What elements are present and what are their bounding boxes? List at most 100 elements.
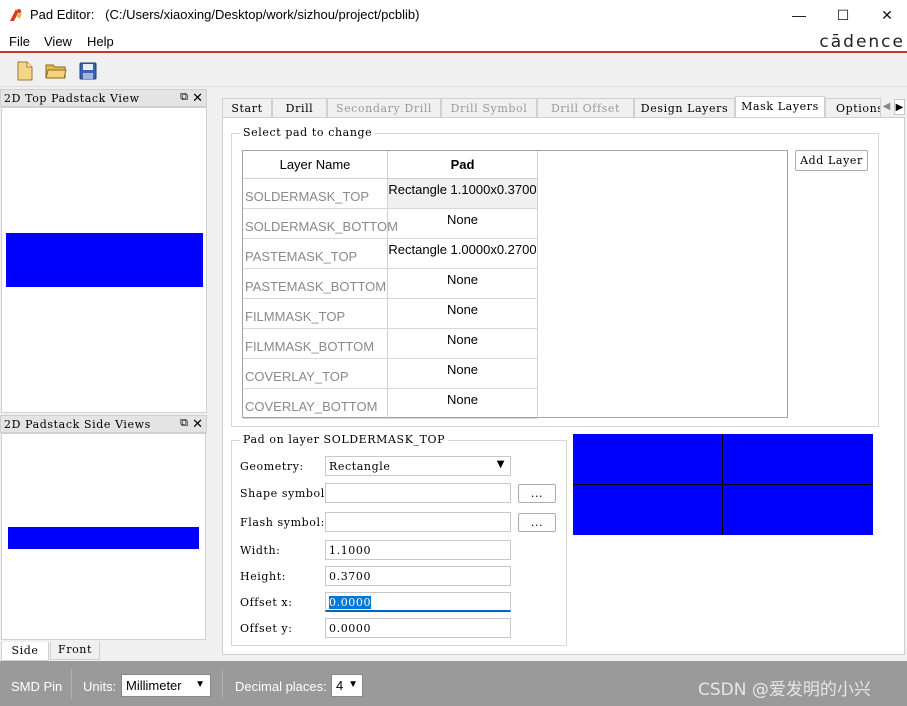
side-views-dock-header: 2D Padstack Side Views ⧉ ✕ — [0, 415, 207, 433]
layer-name-cell: SOLDERMASK_TOP — [243, 179, 388, 209]
pad-cell[interactable]: Rectangle 1.0000x0.2700 — [388, 239, 538, 269]
units-label: Units: — [83, 679, 117, 694]
tab-design-layers[interactable]: Design Layers — [634, 98, 735, 118]
new-button[interactable] — [13, 59, 37, 83]
column-header-pad[interactable]: Pad — [388, 151, 538, 179]
layer-name-cell: FILMMASK_TOP — [243, 299, 388, 329]
side-views-canvas — [1, 433, 206, 640]
flash-symbol-label: Flash symbol: — [240, 516, 325, 529]
tab-options[interactable]: Options — [825, 98, 881, 118]
pin-type-label: SMD Pin — [11, 679, 63, 694]
top-view-pad-shape — [6, 233, 203, 287]
table-row[interactable]: FILMMASK_TOP None — [243, 299, 538, 329]
flash-symbol-browse-button[interactable]: ... — [518, 513, 556, 532]
open-button[interactable] — [44, 59, 68, 83]
top-padstack-dock: 2D Top Padstack View ⧉ ✕ — [0, 89, 213, 414]
maximize-button[interactable]: ☐ — [820, 0, 866, 30]
offset-y-input[interactable]: 0.0000 — [325, 618, 511, 638]
tab-mask-layers[interactable]: Mask Layers — [735, 96, 825, 118]
tab-secondary-drill[interactable]: Secondary Drill — [327, 98, 441, 118]
tab-scroll-right-icon[interactable]: ▶ — [894, 99, 905, 115]
window-title-label: Pad Editor: — [30, 7, 95, 22]
layer-name-cell: PASTEMASK_BOTTOM — [243, 269, 388, 299]
minimize-button[interactable]: — — [776, 0, 822, 30]
units-value: Millimeter — [126, 678, 182, 693]
menu-view[interactable]: View — [44, 34, 72, 49]
table-row[interactable]: SOLDERMASK_TOP Rectangle 1.1000x0.3700 — [243, 179, 538, 209]
dock-close-icon[interactable]: ✕ — [192, 416, 203, 432]
editor-tab-bar: Start Drill Secondary Drill Drill Symbol… — [222, 96, 907, 118]
decimal-places-select[interactable]: 4 ▼ — [331, 674, 363, 697]
offset-x-input[interactable]: 0.0000 — [325, 592, 511, 612]
maximize-icon: ☐ — [836, 6, 850, 23]
status-bar: SMD Pin Units: Millimeter ▼ Decimal plac… — [0, 661, 907, 706]
column-header-layer-name[interactable]: Layer Name — [243, 151, 388, 179]
title-bar: Pad Editor: (C:/Users/xiaoxing/Desktop/w… — [0, 0, 907, 30]
table-row[interactable]: PASTEMASK_BOTTOM None — [243, 269, 538, 299]
decimal-places-label: Decimal places: — [235, 679, 327, 694]
pad-cell[interactable]: Rectangle 1.1000x0.3700 — [388, 179, 538, 209]
pad-on-layer-group-title: Pad on layer SOLDERMASK_TOP — [240, 433, 449, 446]
add-layer-button[interactable]: Add Layer — [795, 150, 868, 171]
shape-symbol-browse-button[interactable]: ... — [518, 484, 556, 503]
tab-front[interactable]: Front — [50, 642, 100, 660]
dock-close-icon[interactable]: ✕ — [192, 90, 203, 106]
layer-name-cell: COVERLAY_BOTTOM — [243, 389, 388, 419]
tab-start[interactable]: Start — [222, 98, 272, 118]
units-select[interactable]: Millimeter ▼ — [121, 674, 211, 697]
pad-cell[interactable]: None — [388, 359, 538, 389]
offset-y-label: Offset y: — [240, 622, 293, 635]
chevron-down-icon: ▼ — [195, 679, 205, 690]
float-icon[interactable]: ⧉ — [180, 417, 188, 430]
pad-cell[interactable]: None — [388, 329, 538, 359]
menu-help[interactable]: Help — [87, 34, 114, 49]
close-button[interactable]: ✕ — [864, 0, 907, 30]
offset-x-label: Offset x: — [240, 596, 293, 609]
menu-file[interactable]: File — [9, 34, 30, 49]
flash-symbol-input[interactable] — [325, 512, 511, 532]
pad-cell[interactable]: None — [388, 209, 538, 239]
pad-cell[interactable]: None — [388, 269, 538, 299]
float-icon[interactable]: ⧉ — [180, 91, 188, 104]
width-label: Width: — [240, 544, 281, 557]
pad-cell[interactable]: None — [388, 299, 538, 329]
close-icon: ✕ — [881, 6, 893, 23]
pad-editor-app-icon — [10, 9, 22, 21]
pad-cell[interactable]: None — [388, 389, 538, 419]
geometry-value: Rectangle — [329, 460, 391, 473]
save-button[interactable] — [76, 59, 100, 83]
table-row[interactable]: SOLDERMASK_BOTTOM None — [243, 209, 538, 239]
layer-name-cell: SOLDERMASK_BOTTOM — [243, 209, 398, 239]
window-title: Pad Editor: (C:/Users/xiaoxing/Desktop/w… — [30, 7, 419, 22]
tab-scroll-left-icon[interactable]: ◀ — [881, 99, 892, 115]
width-input[interactable]: 1.1000 — [325, 540, 511, 560]
toolbar — [0, 55, 907, 87]
table-row[interactable]: PASTEMASK_TOP Rectangle 1.0000x0.2700 — [243, 239, 538, 269]
layer-name-cell: COVERLAY_TOP — [243, 359, 388, 389]
mask-layer-table: Layer Name Pad SOLDERMASK_TOP Rectangle … — [242, 150, 788, 419]
new-file-icon — [17, 61, 33, 81]
geometry-select[interactable]: Rectangle ▼ — [325, 456, 511, 476]
table-row[interactable]: FILMMASK_BOTTOM None — [243, 329, 538, 359]
chevron-down-icon: ▼ — [348, 679, 358, 690]
tab-drill-offset[interactable]: Drill Offset — [537, 98, 634, 118]
select-pad-group-title: Select pad to change — [240, 126, 376, 139]
tab-drill-symbol[interactable]: Drill Symbol — [441, 98, 537, 118]
side-views-dock-title: 2D Padstack Side Views — [4, 418, 151, 431]
side-views-dock: 2D Padstack Side Views ⧉ ✕ Side Front — [0, 415, 213, 661]
top-padstack-dock-header: 2D Top Padstack View ⧉ ✕ — [0, 89, 207, 107]
window-title-path: (C:/Users/xiaoxing/Desktop/work/sizhou/p… — [105, 7, 420, 22]
side-view-pad-shape — [8, 527, 199, 549]
top-padstack-dock-title: 2D Top Padstack View — [4, 92, 140, 105]
tab-side[interactable]: Side — [1, 642, 49, 661]
status-separator — [71, 669, 72, 699]
tab-drill[interactable]: Drill — [272, 98, 327, 118]
offset-x-value: 0.0000 — [329, 596, 372, 609]
table-row[interactable]: COVERLAY_BOTTOM None — [243, 389, 538, 419]
save-icon — [79, 62, 97, 80]
layer-name-cell: PASTEMASK_TOP — [243, 239, 388, 269]
height-input[interactable]: 0.3700 — [325, 566, 511, 586]
shape-symbol-input[interactable] — [325, 483, 511, 503]
table-row[interactable]: COVERLAY_TOP None — [243, 359, 538, 389]
top-padstack-canvas — [1, 107, 207, 413]
